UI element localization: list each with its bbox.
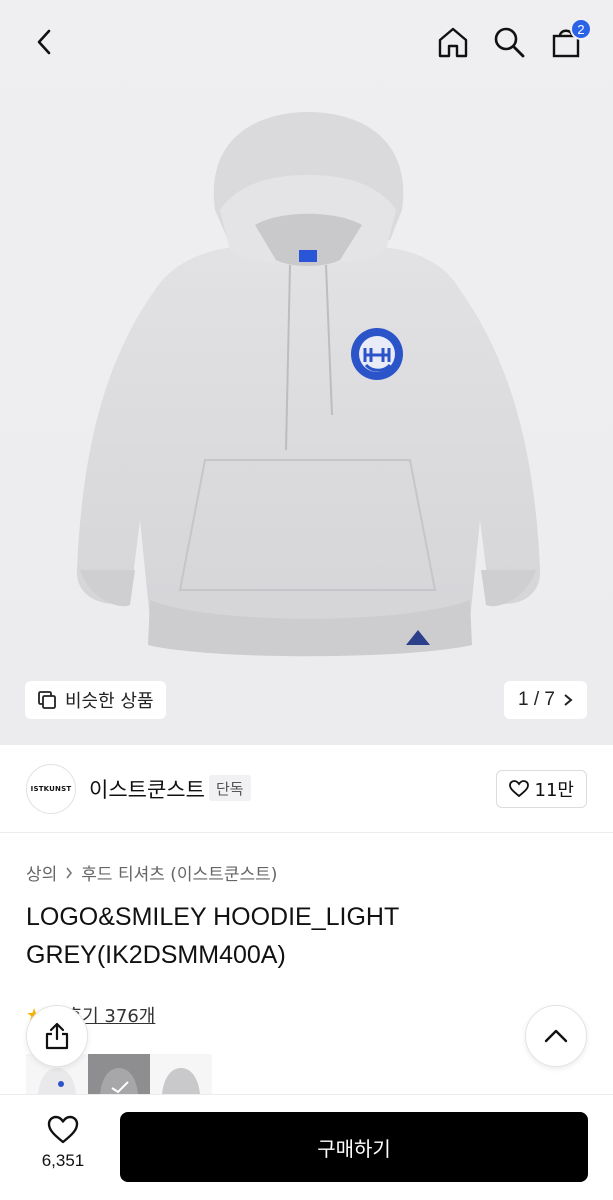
exclusive-badge: 단독 [209,775,251,801]
brand-like-button[interactable]: 11만 [495,770,587,808]
chevron-left-icon [37,29,51,55]
chevron-right-icon [66,867,73,878]
image-pager-label: 1 / 7 [518,689,555,710]
cart-button[interactable]: 2 [544,18,592,64]
wishlist-count: 6,351 [41,1151,85,1170]
heart-icon [47,1115,79,1144]
breadcrumb-item-category[interactable]: 상의 [26,860,57,885]
home-icon [438,27,468,58]
brand-row: ISTKUNST 이스트쿤스트 단독 11만 [0,745,613,833]
chevron-right-icon [564,694,573,706]
heart-icon [508,780,529,798]
hoodie-thumbnail-image [100,1068,138,1094]
wishlist-button[interactable]: 6,351 [28,1115,98,1171]
breadcrumb: 상의 후드 티셔츠 (이스트쿤스트) [26,860,277,885]
color-thumbnail-grey[interactable] [88,1054,150,1094]
hoodie-thumbnail-image [162,1068,200,1094]
buy-button[interactable]: 구매하기 [120,1112,588,1182]
brand-name[interactable]: 이스트쿤스트 [89,774,205,804]
product-title: LOGO&SMILEY HOODIE_LIGHT GREY(IK2DSMM400… [26,903,399,969]
share-icon [45,1022,69,1050]
search-icon [494,27,525,58]
share-button[interactable] [26,1005,88,1067]
chevron-up-icon [544,1029,568,1043]
brand-like-count: 11만 [534,780,574,801]
cart-count-badge: 2 [570,18,592,40]
color-thumbnail-melange[interactable] [150,1054,212,1094]
back-button[interactable] [22,20,66,64]
product-hoodie-image [76,112,541,657]
home-button[interactable] [431,20,475,64]
image-pager[interactable]: 1 / 7 [504,681,587,719]
bottom-action-bar: 6,351 구매하기 [0,1094,613,1200]
brand-logo[interactable]: ISTKUNST [26,764,76,814]
breadcrumb-item-subcategory[interactable]: 후드 티셔츠 (이스트쿤스트) [81,860,277,885]
top-header: 2 [0,0,613,84]
search-button[interactable] [487,20,531,64]
scroll-to-top-button[interactable] [525,1005,587,1067]
product-image-gallery[interactable]: 비슷한 상품 1 / 7 [0,0,613,745]
similar-products-button[interactable]: 비슷한 상품 [25,681,166,719]
similar-icon [38,691,56,709]
similar-products-label: 비슷한 상품 [65,691,154,712]
